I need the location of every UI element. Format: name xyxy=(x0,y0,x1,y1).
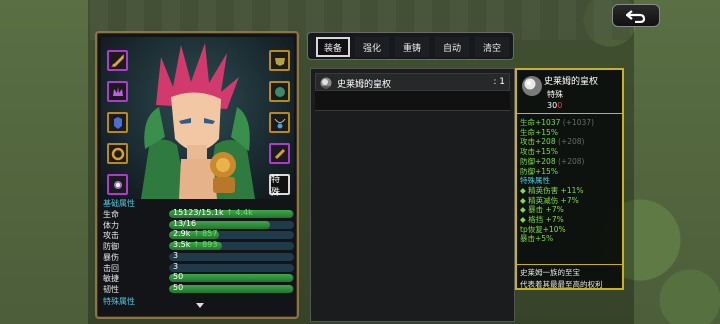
list-item-name: 史莱姆的皇权 xyxy=(337,80,392,90)
character-portrait xyxy=(141,43,255,199)
item-detail-panel: 史莱姆的皇权 特殊 300 生命+1037 (+1037) 生命+15% 攻击+2… xyxy=(515,68,624,290)
back-button[interactable] xyxy=(612,4,660,27)
stat-label: 暴伤 xyxy=(103,252,119,262)
list-item[interactable]: 史莱姆的皇权 : 1 xyxy=(315,73,510,91)
stat-value: 3 xyxy=(173,261,179,271)
blue-gem-necklace-icon xyxy=(274,118,285,128)
stat-row: 攻击 2.9k ↑ 857 xyxy=(103,229,294,241)
equip-slot-accessory[interactable] xyxy=(269,143,290,164)
stat-value: 13/16 xyxy=(173,218,197,228)
stat-row: 击回 3 xyxy=(103,261,294,273)
stat-bar xyxy=(169,252,294,261)
stat-row: 韧性 50 xyxy=(103,282,294,294)
stat-value: 15123/15.1k ↑ 4.4k xyxy=(173,208,253,217)
equip-slot-cloak[interactable] xyxy=(269,50,290,71)
stat-value: 50 xyxy=(173,282,184,292)
stat-value: 3 xyxy=(173,250,179,260)
stat-value: 2.9k ↑ 857 xyxy=(173,229,218,239)
tab-equip[interactable]: 装备 xyxy=(316,37,350,57)
special-slot-label: 特殊 xyxy=(271,174,281,198)
stats-section: 基础属性 生命 15123/15.1k ↑ 4.4k 体力 13/16 攻击 2.9k … xyxy=(101,199,294,314)
stat-bar xyxy=(169,284,294,293)
stat-value: 50 xyxy=(173,272,184,282)
purple-scroll-icon xyxy=(274,148,285,159)
list-empty-row xyxy=(315,91,510,111)
stat-row: 敏捷 50 xyxy=(103,272,294,284)
slime-scepter-icon xyxy=(522,76,542,96)
extra-attr-line: 暴击+5% xyxy=(520,234,554,244)
equip-slot-helmet[interactable] xyxy=(107,81,128,102)
stat-row: 防御 3.5k ↑ 893 xyxy=(103,240,294,252)
description-line: 史莱姆一族的至宝 xyxy=(520,268,580,277)
list-item-count: : 1 xyxy=(493,77,505,87)
equip-slot-weapon[interactable] xyxy=(107,50,128,71)
character-portrait-area xyxy=(101,37,294,199)
equip-slot-special[interactable]: 特殊 xyxy=(269,174,290,198)
equip-slot-boots[interactable] xyxy=(107,174,128,195)
action-tab-bar: 装备 强化 重铸 自动 清空 xyxy=(307,32,514,60)
item-title: 史莱姆的皇权 xyxy=(544,77,599,87)
stat-row: 生命 15123/15.1k ↑ 4.4k xyxy=(103,208,294,219)
stat-label: 生命 xyxy=(103,210,119,219)
tab-clear[interactable]: 清空 xyxy=(475,37,509,57)
stat-bar-fill xyxy=(169,274,293,283)
golden-mask-icon xyxy=(274,57,285,66)
special-attributes-title: 特殊属性 xyxy=(103,297,135,306)
stat-label: 韧性 xyxy=(103,284,119,294)
stat-bar-fill xyxy=(169,284,293,293)
item-detail-header: 史莱姆的皇权 特殊 300 xyxy=(517,70,622,114)
equip-slot-armor[interactable] xyxy=(107,112,128,133)
item-type: 特殊 xyxy=(547,90,563,99)
green-beast-icon xyxy=(274,86,285,97)
stat-label: 攻击 xyxy=(103,231,119,241)
base-attributes-title: 基础属性 xyxy=(103,199,135,208)
description-line: 代表着其最最至高的权利 xyxy=(520,280,603,289)
equip-slot-ring[interactable] xyxy=(269,112,290,133)
blue-armor-icon xyxy=(113,116,122,129)
tab-enhance[interactable]: 强化 xyxy=(355,37,389,57)
stat-row: 体力 13/16 xyxy=(103,218,294,230)
return-arrow-icon xyxy=(626,9,646,23)
stat-label: 防御 xyxy=(103,242,119,252)
tab-reforge[interactable]: 重铸 xyxy=(395,37,429,57)
stat-label: 击回 xyxy=(103,263,119,273)
crystal-crown-icon xyxy=(112,86,123,96)
item-price: 300 xyxy=(547,101,563,110)
scroll-down-arrow[interactable] xyxy=(196,303,204,308)
character-panel: 特殊 基础属性 生命 15123/15.1k ↑ 4.4k 体力 13/16 攻击 2.… xyxy=(95,31,299,319)
sword-icon xyxy=(110,53,124,67)
equip-slot-belt[interactable] xyxy=(107,143,128,164)
item-list-panel: 史莱姆的皇权 : 1 xyxy=(310,68,515,322)
stat-row: 暴伤 3 xyxy=(103,250,294,262)
stat-bar xyxy=(169,274,294,283)
stat-bar xyxy=(169,263,294,272)
gold-ring-icon xyxy=(111,147,124,160)
stat-label: 敏捷 xyxy=(103,274,119,284)
flower-icon xyxy=(113,180,122,189)
item-description: 史莱姆一族的至宝 代表着其最最至高的权利 xyxy=(515,264,624,292)
equip-slot-amulet[interactable] xyxy=(269,81,290,102)
slime-scepter-icon xyxy=(320,77,332,89)
stat-value: 3.5k ↑ 893 xyxy=(173,240,218,250)
tab-auto[interactable]: 自动 xyxy=(435,37,469,57)
stat-label: 体力 xyxy=(103,220,119,230)
